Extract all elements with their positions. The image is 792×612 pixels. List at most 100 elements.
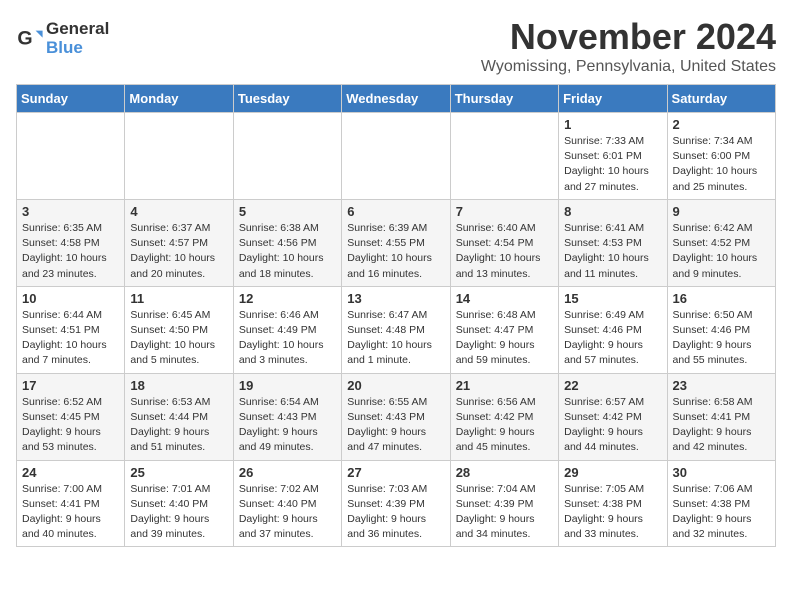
day-number: 3 <box>22 204 119 219</box>
day-info: Sunrise: 6:39 AM Sunset: 4:55 PM Dayligh… <box>347 221 444 282</box>
calendar-cell: 12Sunrise: 6:46 AM Sunset: 4:49 PM Dayli… <box>233 286 341 373</box>
day-info: Sunrise: 6:41 AM Sunset: 4:53 PM Dayligh… <box>564 221 661 282</box>
day-number: 10 <box>22 291 119 306</box>
calendar-cell: 8 Sunrise: 6:41 AM Sunset: 4:53 PM Daylig… <box>559 199 667 286</box>
day-number: 16 <box>673 291 770 306</box>
calendar-cell: 4Sunrise: 6:37 AM Sunset: 4:57 PM Daylig… <box>125 199 233 286</box>
day-info: Sunrise: 7:01 AM Sunset: 4:40 PM Dayligh… <box>130 482 227 543</box>
day-number: 23 <box>673 378 770 393</box>
calendar-cell: 5 Sunrise: 6:38 AM Sunset: 4:56 PM Daylig… <box>233 199 341 286</box>
day-info: Sunrise: 6:44 AM Sunset: 4:51 PM Dayligh… <box>22 308 119 369</box>
day-info: Sunrise: 6:40 AM Sunset: 4:54 PM Dayligh… <box>456 221 553 282</box>
day-of-week-header: Monday <box>125 85 233 113</box>
day-number: 17 <box>22 378 119 393</box>
calendar-cell: 11 Sunrise: 6:45 AM Sunset: 4:50 PM Dayli… <box>125 286 233 373</box>
calendar-cell: 26 Sunrise: 7:02 AM Sunset: 4:40 PM Dayli… <box>233 460 341 547</box>
calendar-week-row: 3Sunrise: 6:35 AM Sunset: 4:58 PM Daylig… <box>17 199 776 286</box>
calendar-table: SundayMondayTuesdayWednesdayThursdayFrid… <box>16 84 776 547</box>
day-number: 9 <box>673 204 770 219</box>
calendar-cell <box>233 113 341 200</box>
day-of-week-header: Tuesday <box>233 85 341 113</box>
day-info: Sunrise: 6:47 AM Sunset: 4:48 PM Dayligh… <box>347 308 444 369</box>
day-number: 5 <box>239 204 336 219</box>
calendar-cell: 22 Sunrise: 6:57 AM Sunset: 4:42 PM Dayli… <box>559 373 667 460</box>
day-info: Sunrise: 6:48 AM Sunset: 4:47 PM Dayligh… <box>456 308 553 369</box>
day-info: Sunrise: 6:50 AM Sunset: 4:46 PM Dayligh… <box>673 308 770 369</box>
calendar-cell: 14Sunrise: 6:48 AM Sunset: 4:47 PM Dayli… <box>450 286 558 373</box>
calendar-cell: 23Sunrise: 6:58 AM Sunset: 4:41 PM Dayli… <box>667 373 775 460</box>
day-number: 8 <box>564 204 661 219</box>
calendar-cell <box>17 113 125 200</box>
day-info: Sunrise: 7:05 AM Sunset: 4:38 PM Dayligh… <box>564 482 661 543</box>
location: Wyomissing, Pennsylvania, United States <box>481 58 776 76</box>
calendar-cell <box>450 113 558 200</box>
calendar-cell: 25 Sunrise: 7:01 AM Sunset: 4:40 PM Dayli… <box>125 460 233 547</box>
calendar-week-row: 24 Sunrise: 7:00 AM Sunset: 4:41 PM Dayli… <box>17 460 776 547</box>
logo-icon: G <box>16 25 44 53</box>
day-info: Sunrise: 6:53 AM Sunset: 4:44 PM Dayligh… <box>130 395 227 456</box>
calendar-week-row: 10 Sunrise: 6:44 AM Sunset: 4:51 PM Dayli… <box>17 286 776 373</box>
day-info: Sunrise: 7:33 AM Sunset: 6:01 PM Dayligh… <box>564 134 661 195</box>
day-number: 1 <box>564 117 661 132</box>
day-number: 19 <box>239 378 336 393</box>
day-info: Sunrise: 7:00 AM Sunset: 4:41 PM Dayligh… <box>22 482 119 543</box>
day-info: Sunrise: 6:38 AM Sunset: 4:56 PM Dayligh… <box>239 221 336 282</box>
day-info: Sunrise: 7:03 AM Sunset: 4:39 PM Dayligh… <box>347 482 444 543</box>
day-number: 11 <box>130 291 227 306</box>
logo: G General Blue <box>16 20 109 57</box>
day-number: 15 <box>564 291 661 306</box>
day-of-week-header: Friday <box>559 85 667 113</box>
day-number: 29 <box>564 465 661 480</box>
calendar-cell: 17 Sunrise: 6:52 AM Sunset: 4:45 PM Dayli… <box>17 373 125 460</box>
calendar-cell: 2Sunrise: 7:34 AM Sunset: 6:00 PM Daylig… <box>667 113 775 200</box>
day-number: 7 <box>456 204 553 219</box>
day-info: Sunrise: 6:54 AM Sunset: 4:43 PM Dayligh… <box>239 395 336 456</box>
calendar-cell: 13 Sunrise: 6:47 AM Sunset: 4:48 PM Dayli… <box>342 286 450 373</box>
calendar-cell: 20 Sunrise: 6:55 AM Sunset: 4:43 PM Dayli… <box>342 373 450 460</box>
day-number: 13 <box>347 291 444 306</box>
day-info: Sunrise: 7:04 AM Sunset: 4:39 PM Dayligh… <box>456 482 553 543</box>
calendar-cell: 18 Sunrise: 6:53 AM Sunset: 4:44 PM Dayli… <box>125 373 233 460</box>
day-info: Sunrise: 6:49 AM Sunset: 4:46 PM Dayligh… <box>564 308 661 369</box>
day-info: Sunrise: 6:55 AM Sunset: 4:43 PM Dayligh… <box>347 395 444 456</box>
day-of-week-header: Wednesday <box>342 85 450 113</box>
month-title: November 2024 <box>481 16 776 58</box>
calendar-cell: 9 Sunrise: 6:42 AM Sunset: 4:52 PM Daylig… <box>667 199 775 286</box>
day-number: 24 <box>22 465 119 480</box>
day-number: 25 <box>130 465 227 480</box>
day-info: Sunrise: 7:02 AM Sunset: 4:40 PM Dayligh… <box>239 482 336 543</box>
calendar-body: 1 Sunrise: 7:33 AM Sunset: 6:01 PM Daylig… <box>17 113 776 547</box>
day-of-week-header: Thursday <box>450 85 558 113</box>
calendar-cell: 27 Sunrise: 7:03 AM Sunset: 4:39 PM Dayli… <box>342 460 450 547</box>
calendar-cell: 28Sunrise: 7:04 AM Sunset: 4:39 PM Dayli… <box>450 460 558 547</box>
calendar-cell <box>342 113 450 200</box>
day-number: 12 <box>239 291 336 306</box>
calendar-cell: 19 Sunrise: 6:54 AM Sunset: 4:43 PM Dayli… <box>233 373 341 460</box>
calendar-cell: 29 Sunrise: 7:05 AM Sunset: 4:38 PM Dayli… <box>559 460 667 547</box>
day-info: Sunrise: 6:45 AM Sunset: 4:50 PM Dayligh… <box>130 308 227 369</box>
day-info: Sunrise: 6:42 AM Sunset: 4:52 PM Dayligh… <box>673 221 770 282</box>
logo-line2: Blue <box>46 39 109 58</box>
day-number: 21 <box>456 378 553 393</box>
calendar-cell: 1 Sunrise: 7:33 AM Sunset: 6:01 PM Daylig… <box>559 113 667 200</box>
day-info: Sunrise: 6:52 AM Sunset: 4:45 PM Dayligh… <box>22 395 119 456</box>
calendar-week-row: 1 Sunrise: 7:33 AM Sunset: 6:01 PM Daylig… <box>17 113 776 200</box>
day-info: Sunrise: 6:37 AM Sunset: 4:57 PM Dayligh… <box>130 221 227 282</box>
day-info: Sunrise: 7:34 AM Sunset: 6:00 PM Dayligh… <box>673 134 770 195</box>
day-info: Sunrise: 7:06 AM Sunset: 4:38 PM Dayligh… <box>673 482 770 543</box>
day-number: 30 <box>673 465 770 480</box>
day-number: 27 <box>347 465 444 480</box>
header: G General Blue November 2024 Wyomissing,… <box>16 16 776 76</box>
title-area: November 2024 Wyomissing, Pennsylvania, … <box>481 16 776 76</box>
calendar-cell: 15 Sunrise: 6:49 AM Sunset: 4:46 PM Dayli… <box>559 286 667 373</box>
day-number: 22 <box>564 378 661 393</box>
day-number: 20 <box>347 378 444 393</box>
day-number: 26 <box>239 465 336 480</box>
calendar-cell: 3Sunrise: 6:35 AM Sunset: 4:58 PM Daylig… <box>17 199 125 286</box>
calendar-cell <box>125 113 233 200</box>
calendar-week-row: 17 Sunrise: 6:52 AM Sunset: 4:45 PM Dayli… <box>17 373 776 460</box>
day-info: Sunrise: 6:56 AM Sunset: 4:42 PM Dayligh… <box>456 395 553 456</box>
calendar-cell: 6Sunrise: 6:39 AM Sunset: 4:55 PM Daylig… <box>342 199 450 286</box>
day-number: 18 <box>130 378 227 393</box>
day-info: Sunrise: 6:57 AM Sunset: 4:42 PM Dayligh… <box>564 395 661 456</box>
